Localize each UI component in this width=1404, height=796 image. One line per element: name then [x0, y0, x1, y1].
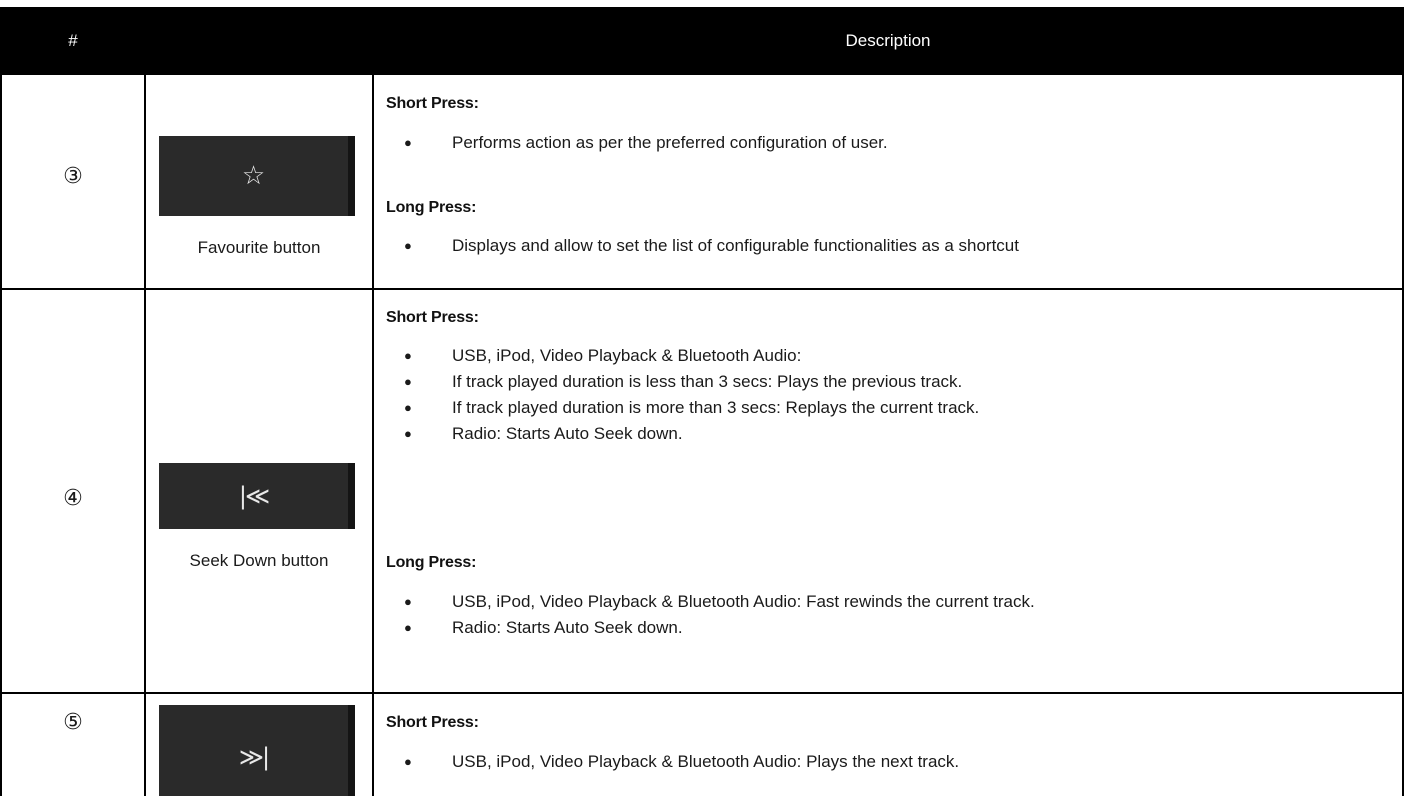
list-item: USB, iPod, Video Playback & Bluetooth Au… [386, 749, 959, 775]
row-number: ⑤ [63, 710, 83, 735]
short-press-list: Performs action as per the preferred con… [386, 130, 888, 156]
header-description: Description [845, 31, 931, 50]
list-item: Displays and allow to set the list of co… [386, 233, 1019, 259]
list-item: USB, iPod, Video Playback & Bluetooth Au… [386, 343, 979, 369]
table-border-left [0, 7, 2, 796]
header-image [146, 7, 372, 75]
long-press-list: USB, iPod, Video Playback & Bluetooth Au… [386, 589, 1035, 641]
long-press-title: Long Press: [386, 199, 477, 216]
row-number: ③ [63, 164, 83, 189]
list-item: USB, iPod, Video Playback & Bluetooth Au… [386, 589, 1035, 615]
list-item: If track played duration is less than 3 … [386, 369, 979, 395]
table-header: # Description [0, 7, 1404, 75]
column-divider-2 [372, 7, 374, 796]
list-item: Radio: Starts Auto Seek down. [386, 421, 979, 447]
button-caption: Seek Down button [189, 551, 329, 570]
list-item: If track played duration is more than 3 … [386, 395, 979, 421]
short-press-title: Short Press: [386, 95, 479, 112]
button-description-table: # Description ③ ☆ Favourite button Short… [0, 0, 1404, 796]
favourite-button-image: ☆ [159, 136, 355, 216]
seek-up-button-image: ≫| [159, 705, 355, 796]
row-divider-2 [0, 692, 1404, 694]
column-divider-1 [144, 7, 146, 796]
row-number: ④ [63, 486, 83, 511]
header-number: # [68, 31, 78, 50]
long-press-list: Displays and allow to set the list of co… [386, 233, 1019, 259]
list-item: Radio: Starts Auto Seek down. [386, 615, 1035, 641]
short-press-list: USB, iPod, Video Playback & Bluetooth Au… [386, 749, 959, 775]
short-press-title: Short Press: [386, 714, 479, 731]
seek-back-icon: |≪ [238, 482, 270, 510]
long-press-title: Long Press: [386, 554, 477, 571]
short-press-list: USB, iPod, Video Playback & Bluetooth Au… [386, 343, 979, 447]
row-divider-1 [0, 288, 1404, 290]
button-caption: Favourite button [197, 238, 321, 257]
seek-down-button-image: |≪ [159, 463, 355, 529]
star-icon: ☆ [241, 161, 266, 191]
seek-forward-icon: ≫| [238, 743, 270, 771]
list-item: Performs action as per the preferred con… [386, 130, 888, 156]
short-press-title: Short Press: [386, 309, 479, 326]
